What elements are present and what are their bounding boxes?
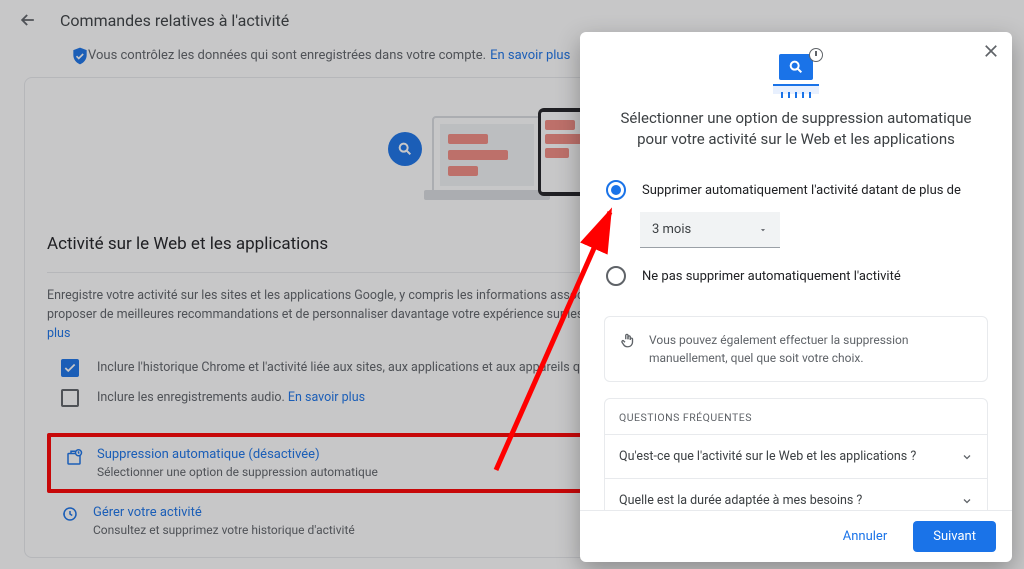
cancel-button[interactable]: Annuler [823, 521, 907, 552]
duration-select[interactable]: 3 mois [640, 212, 780, 248]
radio-option-no-delete[interactable]: Ne pas supprimer automatiquement l'activ… [604, 258, 988, 294]
modal-title: Sélectionner une option de suppression a… [604, 108, 988, 168]
radio-selected-icon [606, 180, 626, 200]
faq-item-1[interactable]: Qu'est-ce que l'activité sur le Web et l… [605, 434, 987, 478]
close-button[interactable] [982, 42, 1000, 60]
dropdown-caret-icon [758, 225, 768, 235]
faq-heading: QUESTIONS FRÉQUENTES [605, 399, 987, 434]
gesture-icon [619, 331, 637, 367]
faq-item-2[interactable]: Quelle est la durée adaptée à mes besoin… [605, 478, 987, 510]
radio-option-auto-delete[interactable]: Supprimer automatiquement l'activité dat… [604, 172, 988, 208]
modal-illustration [604, 54, 988, 94]
next-button[interactable]: Suivant [913, 521, 996, 552]
chevron-down-icon [961, 495, 973, 507]
note-box: Vous pouvez également effectuer la suppr… [604, 316, 988, 382]
auto-delete-modal: Sélectionner une option de suppression a… [580, 32, 1012, 562]
radio-unselected-icon [606, 266, 626, 286]
chevron-down-icon [961, 451, 973, 463]
